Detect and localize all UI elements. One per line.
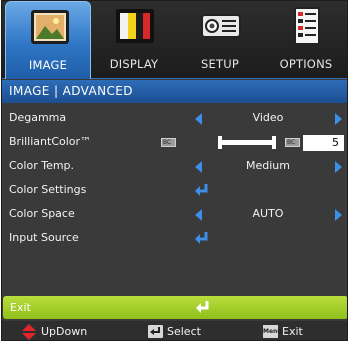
row-color-space[interactable]: Color Space AUTO (2, 203, 347, 227)
arrow-left-icon[interactable] (195, 113, 202, 125)
tab-options-label: OPTIONS (279, 57, 333, 71)
enter-icon[interactable] (194, 230, 210, 246)
input-source-label: Input Source (9, 231, 79, 244)
bc-max-icon: BC (285, 138, 300, 147)
arrow-left-icon[interactable] (195, 209, 202, 221)
arrow-right-icon[interactable] (335, 113, 342, 125)
tab-options[interactable]: OPTIONS (263, 1, 347, 79)
color-space-value: AUTO (252, 207, 284, 220)
slider-right-knob[interactable] (272, 136, 276, 149)
options-icon (294, 7, 320, 45)
tab-setup[interactable]: SETUP (177, 1, 263, 79)
row-input-source[interactable]: Input Source (2, 227, 347, 251)
tab-display[interactable]: DISPLAY (91, 1, 177, 79)
color-settings-label: Color Settings (9, 183, 87, 196)
display-icon (116, 9, 154, 43)
tab-display-label: DISPLAY (109, 57, 159, 71)
enter-key-icon (148, 325, 163, 338)
bc-min-icon: BC (161, 138, 176, 147)
exit-label: Exit (10, 301, 31, 314)
degamma-value: Video (252, 111, 284, 124)
breadcrumb: IMAGE | ADVANCED (2, 80, 347, 103)
osd-menu: IMAGE DISPLAY SETUP OPTIONS IMAGE | ADVA… (1, 0, 348, 341)
color-temp-label: Color Temp. (9, 159, 75, 172)
arrow-right-icon[interactable] (335, 209, 342, 221)
row-degamma[interactable]: Degamma Video (2, 107, 347, 131)
updown-arrows-icon (22, 324, 36, 340)
row-color-temp[interactable]: Color Temp. Medium (2, 155, 347, 179)
enter-icon[interactable] (195, 299, 211, 315)
tab-image[interactable]: IMAGE (5, 1, 91, 79)
hint-select-label: Select (167, 325, 201, 338)
exit-row[interactable]: Exit (3, 296, 347, 319)
degamma-label: Degamma (9, 111, 67, 124)
arrow-right-icon[interactable] (335, 161, 342, 173)
menu-key-icon: Menu (263, 325, 282, 338)
hint-updown-label: UpDown (41, 325, 88, 338)
tab-image-label: IMAGE (28, 58, 68, 72)
brilliantcolor-label: BrilliantColor™ (9, 135, 92, 148)
footer-hints: UpDown Select Menu Exit (2, 321, 347, 340)
projector-icon (201, 14, 241, 38)
brilliantcolor-value: 5 (303, 135, 344, 151)
slider-left-knob (218, 136, 222, 149)
hint-exit-label: Exit (282, 325, 303, 338)
brilliantcolor-slider[interactable] (218, 140, 274, 145)
color-space-label: Color Space (9, 207, 75, 220)
arrow-left-icon[interactable] (195, 161, 202, 173)
enter-icon[interactable] (194, 182, 210, 198)
row-color-settings[interactable]: Color Settings (2, 179, 347, 203)
row-brilliantcolor[interactable]: BrilliantColor™ BC BC 5 (2, 131, 347, 155)
tab-setup-label: SETUP (201, 57, 239, 71)
tab-bar: IMAGE DISPLAY SETUP OPTIONS (2, 1, 347, 79)
color-temp-value: Medium (246, 159, 290, 172)
image-icon (31, 10, 69, 44)
